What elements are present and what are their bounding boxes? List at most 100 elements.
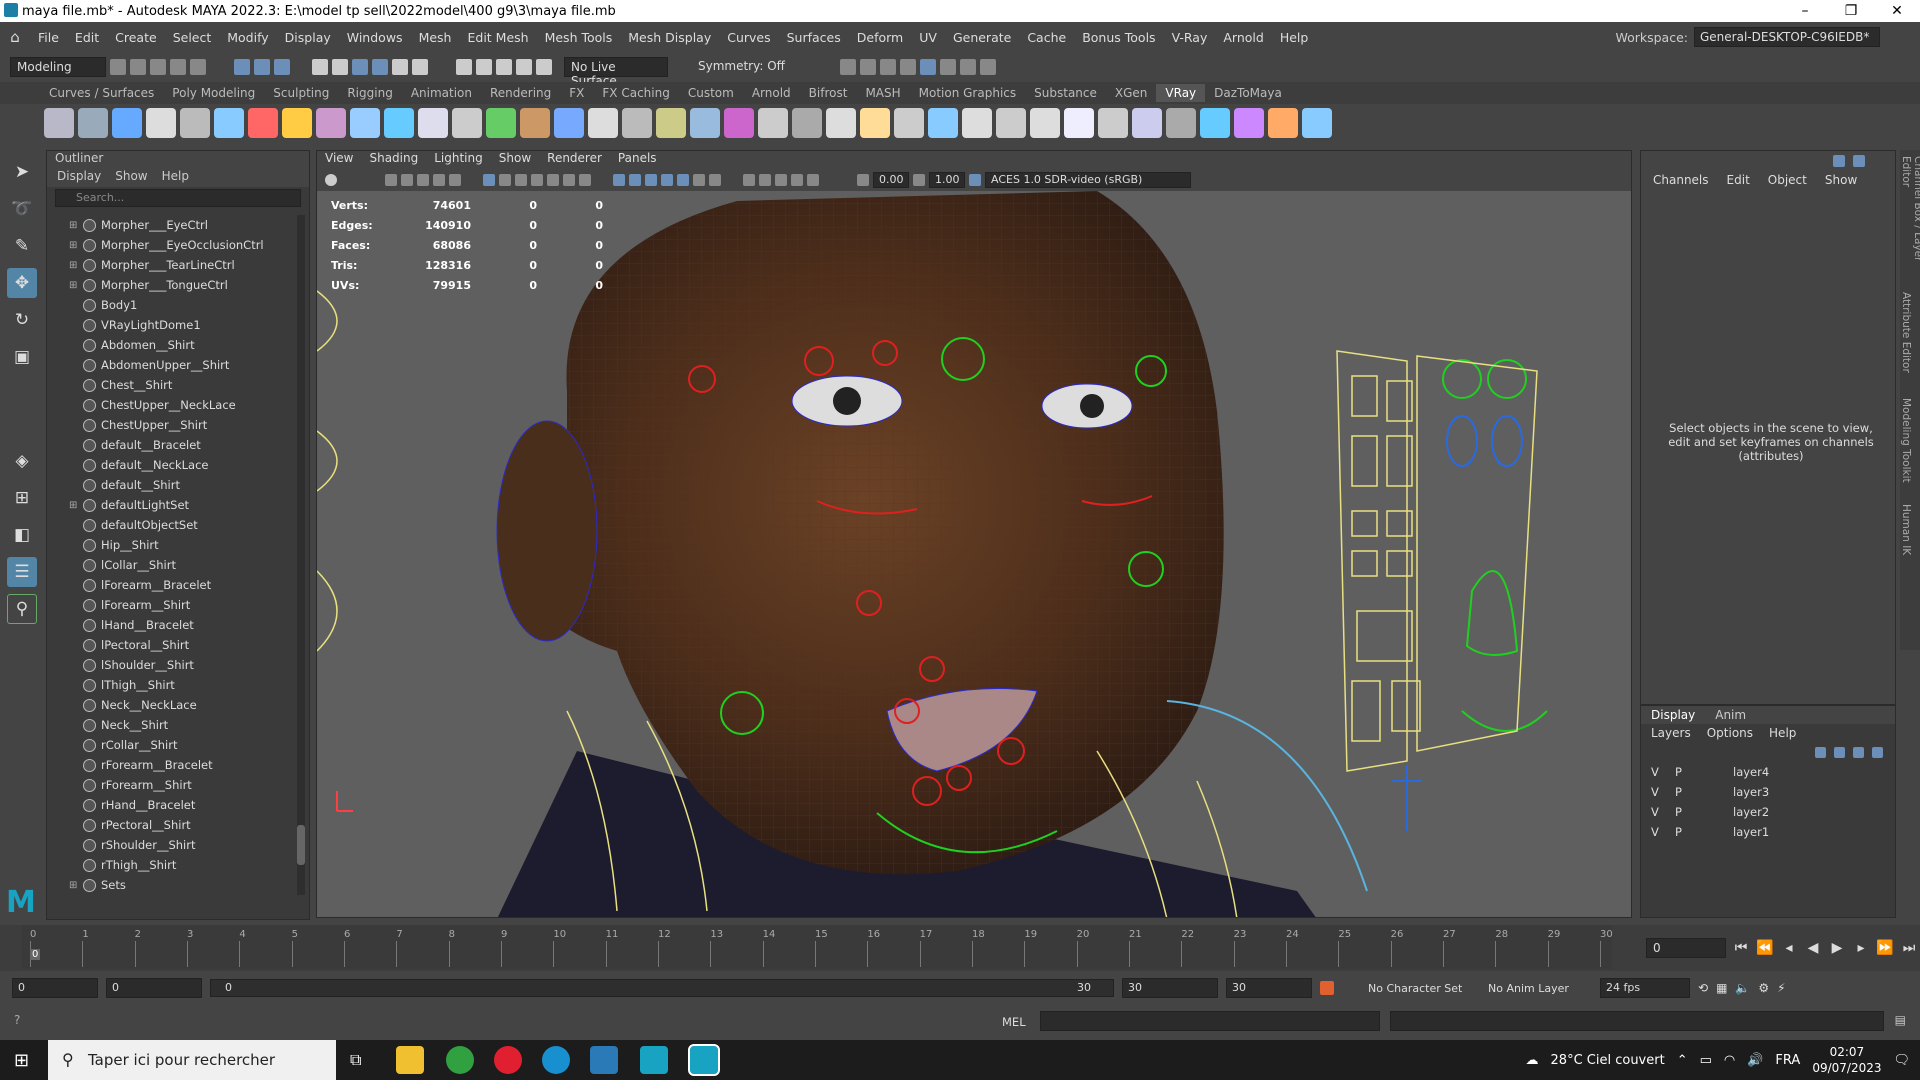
outliner-item[interactable]: default__NeckLace: [47, 455, 295, 475]
task-view-icon[interactable]: ⧉: [350, 1050, 361, 1070]
shelf-tool-icon[interactable]: [44, 108, 74, 138]
wireframe-icon[interactable]: [613, 174, 625, 186]
3d-scene[interactable]: [317, 191, 1632, 918]
outliner-item[interactable]: rShoulder__Shirt: [47, 835, 295, 855]
channelbox-menu-item[interactable]: Channels: [1653, 173, 1709, 187]
taskbar-search-input[interactable]: ⚲ Taper ici pour rechercher: [48, 1040, 336, 1080]
layer-row[interactable]: V Player3: [1641, 782, 1895, 802]
snap-view-icon[interactable]: [392, 59, 408, 75]
scale-tool-icon[interactable]: ▣: [7, 342, 37, 372]
new-scene-icon[interactable]: [110, 59, 126, 75]
shelf-tool-icon[interactable]: [384, 108, 414, 138]
shelf-tool-icon[interactable]: [1064, 108, 1094, 138]
attribute-editor-toggle-icon[interactable]: [1853, 155, 1865, 167]
outliner-menu-item[interactable]: Help: [162, 169, 189, 187]
output-ops-icon[interactable]: [496, 59, 512, 75]
shelf-tab[interactable]: Arnold: [743, 84, 800, 102]
outliner-item[interactable]: lHand__Bracelet: [47, 615, 295, 635]
construction-history-icon[interactable]: [516, 59, 532, 75]
auto-key-icon[interactable]: [1320, 981, 1334, 995]
anim-layer-dropdown[interactable]: No Anim Layer: [1488, 982, 1592, 995]
help-icon[interactable]: ?: [14, 1013, 20, 1027]
home-icon[interactable]: ⌂: [0, 28, 30, 46]
volume-icon[interactable]: 🔊: [1747, 1053, 1763, 1068]
menu-item[interactable]: Mesh: [411, 30, 460, 45]
field-chart-icon[interactable]: [547, 174, 559, 186]
exposure-icon[interactable]: [857, 174, 869, 186]
history-icon[interactable]: [456, 59, 472, 75]
step-forward-key-icon[interactable]: ⏩: [1876, 940, 1894, 956]
shelf-tool-icon[interactable]: [520, 108, 550, 138]
outliner-item[interactable]: lForearm__Shirt: [47, 595, 295, 615]
outliner-item[interactable]: rForearm__Shirt: [47, 775, 295, 795]
layer-playback-toggle[interactable]: P: [1675, 765, 1697, 779]
shelf-tool-icon[interactable]: [146, 108, 176, 138]
minimize-button[interactable]: –: [1782, 0, 1828, 22]
film-gate-icon[interactable]: [499, 174, 511, 186]
audio-icon[interactable]: 🔈: [1735, 981, 1750, 995]
shelf-tool-icon[interactable]: [962, 108, 992, 138]
move-layer-down-icon[interactable]: [1834, 746, 1845, 758]
opera-icon[interactable]: [494, 1046, 522, 1074]
layer-tab[interactable]: Anim: [1715, 708, 1746, 722]
outliner-item[interactable]: ⊞ defaultLightSet: [47, 495, 295, 515]
shelf-tab[interactable]: Motion Graphics: [910, 84, 1026, 102]
outliner-item[interactable]: Neck__Shirt: [47, 715, 295, 735]
menuset-dropdown[interactable]: Modeling: [10, 57, 106, 77]
shelf-tool-icon[interactable]: [180, 108, 210, 138]
channelbox-toggle-icon[interactable]: [1833, 155, 1845, 167]
range-slider[interactable]: 0 30: [210, 979, 1114, 997]
layer-row[interactable]: V Player2: [1641, 802, 1895, 822]
single-view-icon[interactable]: ◈: [7, 446, 37, 476]
2d-pan-icon[interactable]: [433, 174, 445, 186]
lasso-tool-icon[interactable]: ➰: [7, 194, 37, 224]
expand-icon[interactable]: ⊞: [69, 260, 83, 271]
outliner-item[interactable]: Chest__Shirt: [47, 375, 295, 395]
outliner-item[interactable]: ⊞ Morpher___EyeOcclusionCtrl: [47, 235, 295, 255]
outliner-menu-item[interactable]: Show: [115, 169, 147, 187]
menu-item[interactable]: Bonus Tools: [1074, 30, 1163, 45]
expand-icon[interactable]: ⊞: [69, 880, 83, 891]
current-frame-marker[interactable]: 0: [30, 949, 41, 960]
menu-item[interactable]: Arnold: [1215, 30, 1271, 45]
windows-start-icon[interactable]: ⊞: [14, 1050, 29, 1071]
ghost-icon[interactable]: ⚡: [1777, 981, 1785, 995]
wireframe-on-shaded-icon[interactable]: [661, 174, 673, 186]
layer-playback-toggle[interactable]: P: [1675, 805, 1697, 819]
grease-pencil-icon[interactable]: [449, 174, 461, 186]
shelf-tab[interactable]: Custom: [679, 84, 743, 102]
outliner-item[interactable]: rThigh__Shirt: [47, 855, 295, 875]
gate-mask-icon[interactable]: [531, 174, 543, 186]
menu-item[interactable]: File: [30, 30, 67, 45]
close-button[interactable]: ✕: [1874, 0, 1920, 22]
menu-item[interactable]: Generate: [945, 30, 1019, 45]
input-ops-icon[interactable]: [476, 59, 492, 75]
view-transform-dropdown[interactable]: ACES 1.0 SDR-video (sRGB): [985, 172, 1191, 188]
time-slider[interactable]: 0 1 2 3 4 5 6 7 8 9 10 11 12 13 14 15 16 17 18 19 20 21 22 23 24…: [0, 925, 1640, 971]
layer-playback-toggle[interactable]: P: [1675, 785, 1697, 799]
menu-item[interactable]: Edit: [67, 30, 107, 45]
outliner-item[interactable]: Body1: [47, 295, 295, 315]
outliner-item[interactable]: default__Shirt: [47, 475, 295, 495]
outliner-item[interactable]: ChestUpper__Shirt: [47, 415, 295, 435]
color-management-icon[interactable]: [969, 174, 981, 186]
render-setup-icon[interactable]: [940, 59, 956, 75]
layer-visibility-toggle[interactable]: V: [1651, 805, 1675, 819]
outliner-item[interactable]: Neck__NeckLace: [47, 695, 295, 715]
shelf-tool-icon[interactable]: [792, 108, 822, 138]
isolate-select-icon[interactable]: [807, 174, 819, 186]
side-tab[interactable]: Human IK: [1900, 504, 1912, 604]
anim-prefs-icon[interactable]: ⚙: [1758, 981, 1769, 995]
layer-menu-item[interactable]: Options: [1707, 726, 1753, 740]
gamma-field[interactable]: 1.00: [929, 172, 965, 188]
shelf-tool-icon[interactable]: [1132, 108, 1162, 138]
time-slider-track[interactable]: 0 1 2 3 4 5 6 7 8 9 10 11 12 13 14 15 16 17 18 19 20 21 22 23 24…: [22, 925, 1613, 969]
ambient-occlusion-icon[interactable]: [775, 174, 787, 186]
shelf-tool-icon[interactable]: [656, 108, 686, 138]
workspace-dropdown[interactable]: General-DESKTOP-C96IEDB*: [1694, 27, 1880, 47]
shelf-tab[interactable]: Sculpting: [264, 84, 338, 102]
outliner-item[interactable]: Abdomen__Shirt: [47, 335, 295, 355]
symmetry-dropdown[interactable]: Symmetry: Off: [692, 57, 792, 77]
script-language-label[interactable]: MEL: [1002, 1015, 1026, 1029]
outliner-item[interactable]: AbdomenUpper__Shirt: [47, 355, 295, 375]
